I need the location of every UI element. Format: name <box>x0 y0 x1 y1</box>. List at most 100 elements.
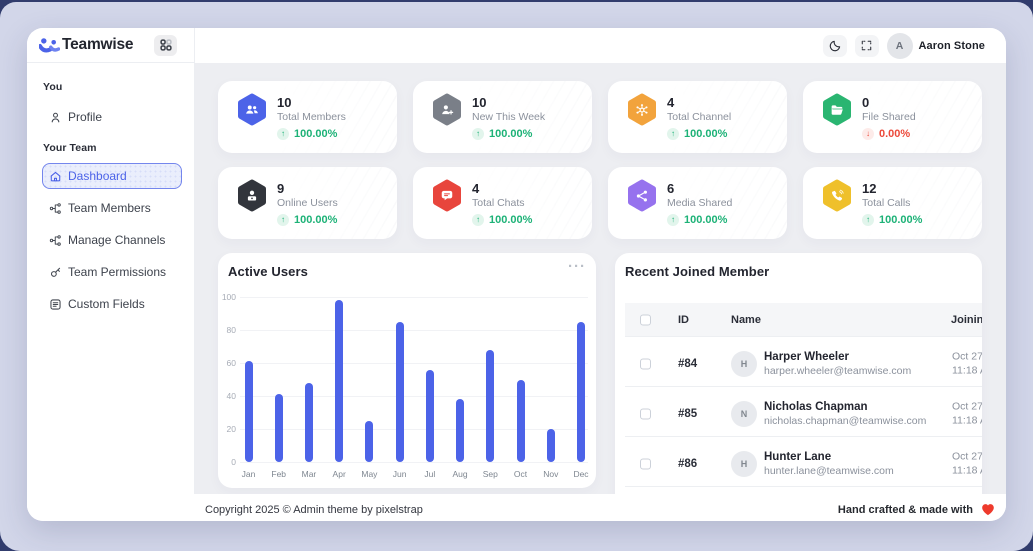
chart-menu-button[interactable]: ··· <box>568 257 586 277</box>
stat-value: 4 <box>472 180 480 196</box>
x-axis-label: Feb <box>271 469 287 479</box>
member-cell: N Nicholas Chapman nicholas.chapman@team… <box>731 400 926 427</box>
sidebar-item-team-members[interactable]: Team Members <box>27 195 194 221</box>
bar-may <box>365 420 374 462</box>
bar-oct <box>516 379 525 462</box>
stats-grid: 10 Total Members ↑ 100.00% 10 New This W… <box>218 81 982 239</box>
dark-mode-button[interactable] <box>822 34 847 57</box>
row-checkbox[interactable] <box>640 408 651 419</box>
trend-up-icon: ↑ <box>667 213 679 226</box>
user-avatar[interactable]: A <box>886 32 913 59</box>
stat-card-file-shared: 0 File Shared ↓ 0.00% <box>803 81 982 153</box>
charts-row: Active Users ··· Jan Feb Mar Apr May Jun Jul Au… <box>218 253 982 494</box>
table-row: #84 H Harper Wheeler harper.wheeler@team… <box>625 337 982 387</box>
trend-up-icon: ↑ <box>862 213 874 226</box>
footer: Copyright 2025 © Admin theme by pixelstr… <box>27 494 1006 521</box>
sidebar-item-manage-channels[interactable]: Manage Channels <box>27 227 194 253</box>
member-cell: H Harper Wheeler harper.wheeler@teamwise… <box>731 350 912 377</box>
bar-sep <box>486 349 495 462</box>
folder-icon <box>831 104 843 115</box>
member-avatar: H <box>731 350 757 377</box>
bar-feb <box>274 394 283 462</box>
stat-card-online-users: 9 Online Users ↑ 100.00% <box>218 167 397 239</box>
table-row: #85 N Nicholas Chapman nicholas.chapman@… <box>625 387 982 437</box>
member-joined: Oct 27, 2025 11:18 AM <box>952 350 982 376</box>
member-id: #84 <box>678 357 698 370</box>
stat-label: File Shared <box>862 110 916 123</box>
column-header-joined: Joining Date <box>951 313 982 326</box>
bar-jan <box>244 361 253 462</box>
sidebar-section-your-team: Your Team <box>43 142 97 154</box>
list-icon <box>50 298 61 310</box>
x-axis-label: Jun <box>392 469 407 479</box>
sidebar-item-custom-fields[interactable]: Custom Fields <box>27 291 194 317</box>
x-axis-label: Jan <box>241 469 256 479</box>
copyright-text: Copyright 2025 © Admin theme by pixelstr… <box>205 503 423 516</box>
x-axis-label: Sep <box>482 469 498 479</box>
members-table: ID Name Joining Date #84 H Harper Wheele… <box>625 303 982 487</box>
gridline <box>240 330 588 331</box>
stat-value: 12 <box>862 180 877 196</box>
stat-card-total-channel: 4 Total Channel ↑ 100.00% <box>608 81 787 153</box>
topbar: A Aaron Stone <box>195 28 1006 63</box>
x-axis-label: Nov <box>543 469 559 479</box>
row-checkbox[interactable] <box>640 458 651 469</box>
trend-up-icon: ↑ <box>472 213 484 226</box>
recent-members-card: Recent Joined Member ID Name Joining Dat… <box>615 253 982 494</box>
gridline <box>240 462 588 463</box>
table-row: #86 H Hunter Lane hunter.lane@teamwise.c… <box>625 437 982 487</box>
stat-label: Total Channel <box>667 110 732 123</box>
trend-down-icon: ↓ <box>862 127 874 140</box>
bar-mar <box>304 382 313 462</box>
member-id: #86 <box>678 457 698 470</box>
sidebar-item-profile[interactable]: Profile <box>27 102 194 132</box>
member-email: hunter.lane@teamwise.com <box>764 464 894 477</box>
sidebar-section-you: You <box>43 81 63 93</box>
member-email: harper.wheeler@teamwise.com <box>764 364 912 377</box>
x-axis-label: Oct <box>513 469 528 479</box>
made-with: Hand crafted & made with <box>838 503 995 516</box>
sidebar-item-label: Team Members <box>68 201 151 215</box>
gridline <box>240 297 588 298</box>
x-axis-label: May <box>361 469 378 479</box>
phone-icon <box>831 189 844 201</box>
fullscreen-button[interactable] <box>854 34 879 57</box>
x-axis-label: Aug <box>452 469 468 479</box>
x-axis-label: Jul <box>424 469 436 479</box>
y-axis-tick: 40 <box>226 391 236 401</box>
sidebar-item-label: Team Permissions <box>68 265 167 279</box>
user-initial: A <box>895 39 904 52</box>
stat-change: ↓ 0.00% <box>862 127 916 140</box>
stat-value: 9 <box>277 180 285 196</box>
app-window: Teamwise A Aaron Stone You Profile Your … <box>27 28 1006 521</box>
member-avatar: H <box>731 450 757 477</box>
bar-nov <box>546 429 555 462</box>
sidebar: You Profile Your Team Dashboard Team Mem… <box>27 63 195 494</box>
brand-name: Teamwise <box>62 36 134 53</box>
sidebar-toggle-button[interactable] <box>154 34 177 56</box>
teamwise-logo-icon <box>39 38 60 53</box>
y-axis-tick: 100 <box>221 292 236 302</box>
member-name: Harper Wheeler <box>764 350 850 363</box>
member-cell: H Hunter Lane hunter.lane@teamwise.com <box>731 450 894 477</box>
y-axis-tick: 60 <box>226 358 236 368</box>
user-name[interactable]: Aaron Stone <box>919 40 986 52</box>
y-axis-tick: 0 <box>231 457 236 467</box>
stat-hexagon <box>822 179 852 212</box>
stat-hexagon <box>432 179 462 212</box>
sidebar-item-dashboard[interactable]: Dashboard <box>42 163 182 189</box>
sidebar-item-team-permissions[interactable]: Team Permissions <box>27 259 194 285</box>
table-title: Recent Joined Member <box>625 264 770 279</box>
row-checkbox[interactable] <box>640 358 651 369</box>
y-axis-tick: 80 <box>226 325 236 335</box>
stat-label: Total Chats <box>472 196 525 209</box>
select-all-checkbox[interactable] <box>640 314 651 325</box>
stat-change: ↑ 100.00% <box>472 213 532 226</box>
bar-jun <box>395 321 404 462</box>
bar-apr <box>335 300 344 462</box>
user-desk-icon <box>247 190 257 200</box>
stat-card-media-shared: 6 Media Shared ↑ 100.00% <box>608 167 787 239</box>
logo-bar: Teamwise <box>27 28 195 63</box>
stat-change: ↑ 100.00% <box>277 213 338 226</box>
bar-dec <box>577 321 585 462</box>
